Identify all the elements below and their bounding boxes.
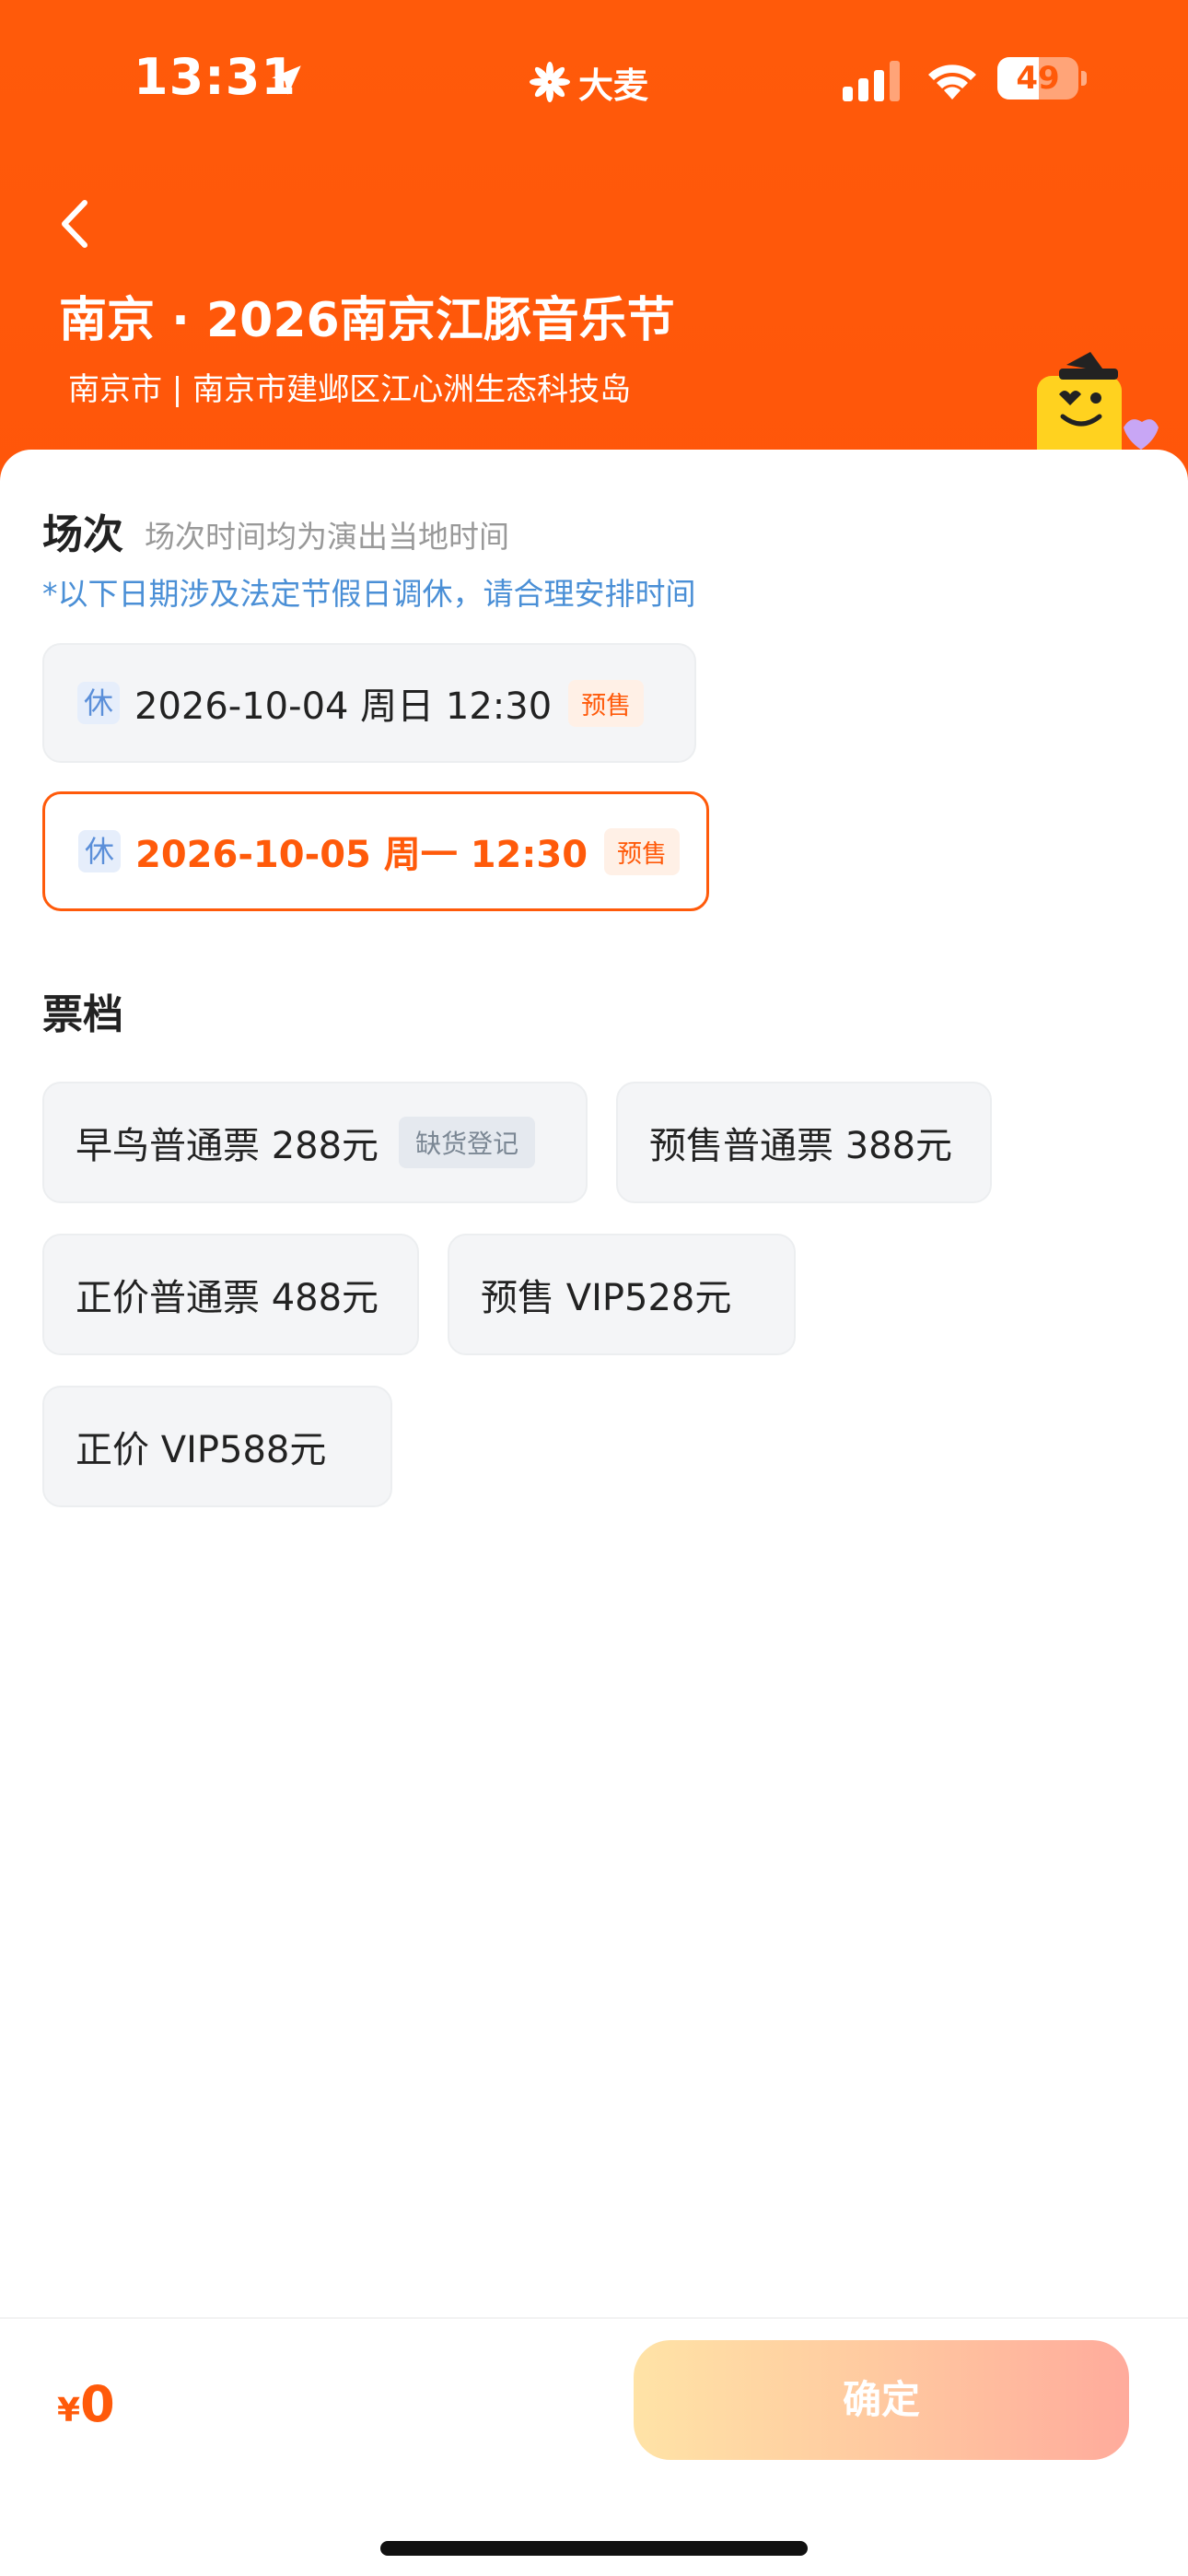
ticket-label: 早鸟普通票 288元 xyxy=(76,1125,379,1167)
event-venue: 南京市 | 南京市建邺区江心洲生态科技岛 xyxy=(68,371,632,408)
status-bar: 13:31 大麦 49 xyxy=(0,0,1188,166)
header-banner: 13:31 大麦 49 南京 · 2026南京江豚音乐节 南京市 | 南京市建邺… xyxy=(0,0,1188,516)
currency-symbol: ¥ xyxy=(57,2392,81,2430)
total-price: ¥0 xyxy=(57,2375,115,2433)
tickets-title: 票档 xyxy=(42,991,123,1038)
battery-icon: 49 xyxy=(997,57,1088,100)
session-option[interactable]: 休 2026-10-04 周日 12:30 预售 xyxy=(42,643,696,763)
damai-logo-icon xyxy=(530,62,570,102)
brand-name: 大麦 xyxy=(578,64,649,106)
session-datetime: 2026-10-04 周日 12:30 xyxy=(134,685,553,728)
location-arrow-icon xyxy=(272,65,301,95)
rest-day-badge: 休 xyxy=(78,830,121,872)
presale-tag: 预售 xyxy=(568,679,645,727)
content-sheet xyxy=(0,450,1188,2576)
ticket-option-presale-vip[interactable]: 预售 VIP528元 xyxy=(448,1234,796,1355)
ticket-option-presale-regular[interactable]: 预售普通票 388元 xyxy=(616,1082,992,1203)
price-amount: 0 xyxy=(80,2375,115,2433)
holiday-notice: *以下日期涉及法定节假日调休，请合理安排时间 xyxy=(42,576,696,612)
session-datetime: 2026-10-05 周一 12:30 xyxy=(135,834,588,876)
sessions-title: 场次 xyxy=(42,511,123,558)
brand-logo: 大麦 xyxy=(529,59,649,106)
battery-level: 49 xyxy=(1016,60,1060,97)
footer-divider xyxy=(0,2317,1188,2319)
presale-tag: 预售 xyxy=(604,827,681,875)
ticket-option-full-vip[interactable]: 正价 VIP588元 xyxy=(42,1386,392,1507)
cellular-signal-icon xyxy=(843,61,900,101)
home-indicator[interactable] xyxy=(380,2541,808,2556)
confirm-button[interactable]: 确定 xyxy=(634,2340,1129,2460)
session-option-selected[interactable]: 休 2026-10-05 周一 12:30 预售 xyxy=(42,791,709,911)
mascot-illustration-icon xyxy=(1037,352,1159,461)
out-of-stock-register-badge[interactable]: 缺货登记 xyxy=(399,1117,536,1168)
back-chevron-icon[interactable] xyxy=(53,195,98,252)
ticket-label: 正价 VIP588元 xyxy=(76,1429,327,1471)
ticket-option-early-bird[interactable]: 早鸟普通票 288元 缺货登记 xyxy=(42,1082,588,1203)
ticket-label: 正价普通票 488元 xyxy=(76,1277,379,1319)
event-title: 南京 · 2026南京江豚音乐节 xyxy=(59,293,675,348)
wifi-icon xyxy=(928,64,976,100)
ticket-label: 预售普通票 388元 xyxy=(649,1125,953,1167)
rest-day-badge: 休 xyxy=(77,682,120,724)
sessions-hint: 场次时间均为演出当地时间 xyxy=(145,519,509,555)
ticket-label: 预售 VIP528元 xyxy=(481,1277,732,1319)
ticket-option-full-regular[interactable]: 正价普通票 488元 xyxy=(42,1234,419,1355)
